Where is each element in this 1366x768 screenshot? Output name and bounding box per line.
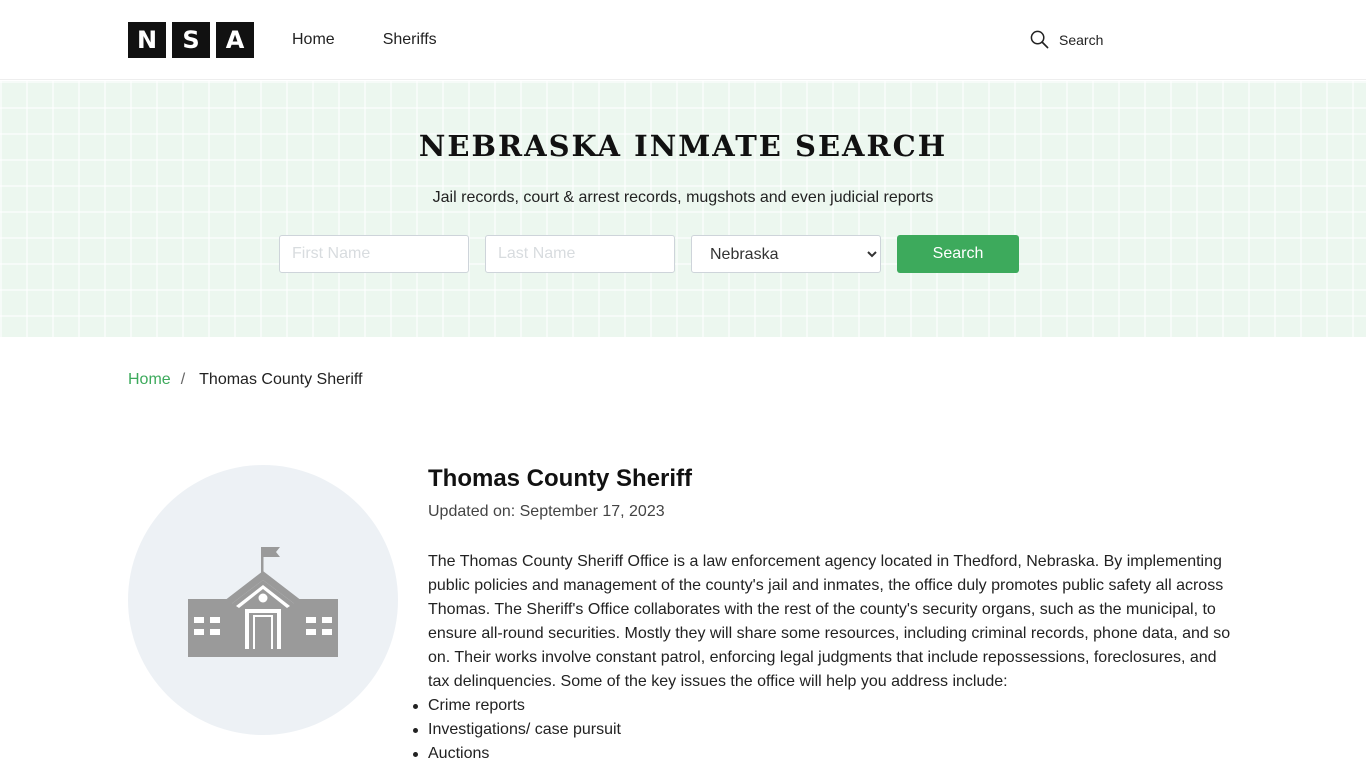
key-issues-list: Crime reports Investigations/ case pursu… — [413, 694, 1238, 766]
hero-title: NEBRASKA INMATE SEARCH — [418, 129, 948, 163]
breadcrumb-current: Thomas County Sheriff — [199, 371, 363, 388]
header-search-label: Search — [1059, 31, 1104, 48]
logo-letter-s: S — [172, 22, 210, 58]
breadcrumb: Home / Thomas County Sheriff — [128, 371, 362, 389]
sheriff-avatar — [128, 465, 398, 735]
updated-date: Updated on: September 17, 2023 — [428, 503, 665, 520]
nav-sheriffs-link[interactable]: Sheriffs — [383, 30, 437, 50]
inmate-search-form: Nebraska Search — [279, 235, 1019, 273]
list-item: Investigations/ case pursuit — [413, 718, 1238, 742]
page-title: Thomas County Sheriff — [428, 465, 693, 492]
site-header: N S A Home Sheriffs Search — [0, 0, 1366, 80]
breadcrumb-home-link[interactable]: Home — [128, 371, 171, 389]
breadcrumb-separator: / — [180, 371, 186, 388]
first-name-input[interactable] — [279, 235, 469, 273]
logo-letter-a: A — [216, 22, 254, 58]
logo-letter-n: N — [128, 22, 166, 58]
list-item: Auctions — [413, 742, 1238, 766]
nav-home-link[interactable]: Home — [292, 30, 335, 50]
main-nav: Home Sheriffs — [292, 30, 437, 50]
state-select[interactable]: Nebraska — [691, 235, 881, 273]
hero-search-section: NEBRASKA INMATE SEARCH Jail records, cou… — [0, 81, 1366, 337]
courthouse-icon — [188, 547, 338, 657]
search-submit-button[interactable]: Search — [897, 235, 1019, 273]
hero-subtitle: Jail records, court & arrest records, mu… — [432, 189, 934, 206]
list-item: Crime reports — [413, 694, 1238, 718]
last-name-input[interactable] — [485, 235, 675, 273]
header-search-button[interactable]: Search — [1030, 30, 1103, 49]
nsa-logo[interactable]: N S A — [128, 22, 254, 58]
sheriff-description: The Thomas County Sheriff Office is a la… — [428, 553, 1231, 690]
sheriff-details: Thomas County Sheriff Updated on: Septem… — [413, 464, 1238, 766]
search-icon — [1030, 30, 1049, 49]
